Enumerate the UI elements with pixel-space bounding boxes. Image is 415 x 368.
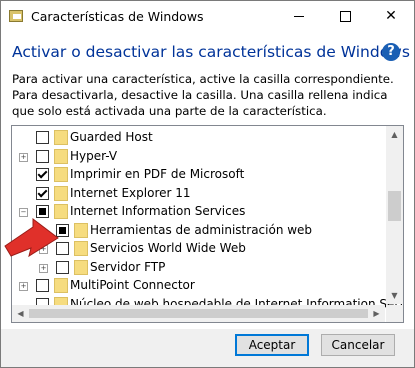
vertical-scroll-thumb[interactable]	[388, 191, 401, 221]
feature-label: Internet Information Services	[70, 204, 246, 218]
close-button[interactable]: ✕	[368, 1, 414, 33]
features-tree[interactable]: Guarded Host + Hyper-V Imprimir en PDF de M…	[11, 125, 404, 323]
feature-checkbox[interactable]	[36, 186, 49, 200]
feature-label: Servidor FTP	[90, 259, 166, 274]
feature-checkbox[interactable]	[56, 260, 69, 274]
feature-label: Hyper-V	[70, 148, 118, 163]
windows-features-icon	[9, 10, 23, 22]
minimize-icon	[294, 15, 304, 17]
cancel-button[interactable]: Cancelar	[321, 334, 395, 356]
vertical-scrollbar[interactable]: ▲ ▼	[386, 126, 403, 304]
scroll-up-icon[interactable]: ▲	[386, 126, 403, 143]
feature-label: MultiPoint Connector	[70, 278, 195, 292]
scroll-down-icon[interactable]: ▼	[386, 287, 403, 304]
horizontal-scroll-thumb[interactable]	[29, 309, 368, 318]
feature-row[interactable]: Imprimir en PDF de Microsoft	[12, 166, 385, 184]
feature-row[interactable]: + Hyper-V	[12, 148, 385, 166]
dialog-description: Para activar una característica, active …	[12, 72, 394, 118]
folder-icon	[74, 259, 88, 275]
help-button[interactable]: ?	[382, 43, 400, 61]
maximize-button[interactable]	[322, 1, 368, 33]
folder-icon	[74, 241, 88, 256]
folder-icon	[54, 278, 68, 293]
minimize-button[interactable]	[276, 1, 322, 33]
feature-checkbox[interactable]	[36, 149, 49, 163]
red-arrow-icon	[4, 217, 59, 258]
feature-row[interactable]: + MultiPoint Connector	[12, 277, 385, 295]
feature-row[interactable]: − Internet Information Services	[12, 203, 385, 221]
scroll-right-icon[interactable]: ▶	[368, 305, 385, 322]
folder-icon	[54, 185, 68, 201]
feature-label: Guarded Host	[70, 130, 153, 144]
feature-label: Internet Explorer 11	[70, 185, 191, 200]
feature-checkbox[interactable]	[36, 131, 49, 144]
scroll-left-icon[interactable]: ◀	[12, 305, 29, 322]
help-icon: ?	[387, 44, 395, 59]
scrollbar-corner	[386, 305, 403, 322]
title-bar[interactable]: Características de Windows ✕	[1, 1, 414, 33]
expand-icon[interactable]: +	[39, 263, 48, 273]
dialog-footer: Aceptar Cancelar	[1, 329, 414, 367]
maximize-icon	[339, 10, 351, 22]
window-title: Características de Windows	[31, 9, 204, 24]
feature-row[interactable]: + Servidor FTP	[12, 259, 385, 277]
feature-row[interactable]: Herramientas de administración web	[12, 222, 385, 240]
features-dialog: Características de Windows ✕ Activar o d…	[0, 0, 415, 368]
feature-row[interactable]: + Servicios World Wide Web	[12, 240, 385, 258]
folder-icon	[54, 148, 68, 164]
close-icon: ✕	[385, 8, 397, 24]
feature-checkbox[interactable]	[36, 279, 49, 292]
feature-row[interactable]: Guarded Host	[12, 129, 385, 147]
folder-icon	[54, 167, 68, 182]
feature-label: Imprimir en PDF de Microsoft	[70, 167, 245, 181]
folder-icon	[74, 222, 88, 238]
folder-icon	[54, 130, 68, 145]
horizontal-scrollbar[interactable]: ◀ ▶	[12, 305, 385, 322]
expand-icon[interactable]: +	[19, 282, 28, 291]
accept-button[interactable]: Aceptar	[235, 334, 309, 356]
feature-label: Herramientas de administración web	[90, 222, 313, 237]
feature-row[interactable]: Internet Explorer 11	[12, 185, 385, 203]
feature-label: Servicios World Wide Web	[90, 241, 246, 255]
dialog-heading: Activar o desactivar las características…	[12, 43, 410, 61]
feature-checkbox[interactable]	[36, 168, 49, 181]
expand-icon[interactable]: +	[19, 152, 28, 162]
